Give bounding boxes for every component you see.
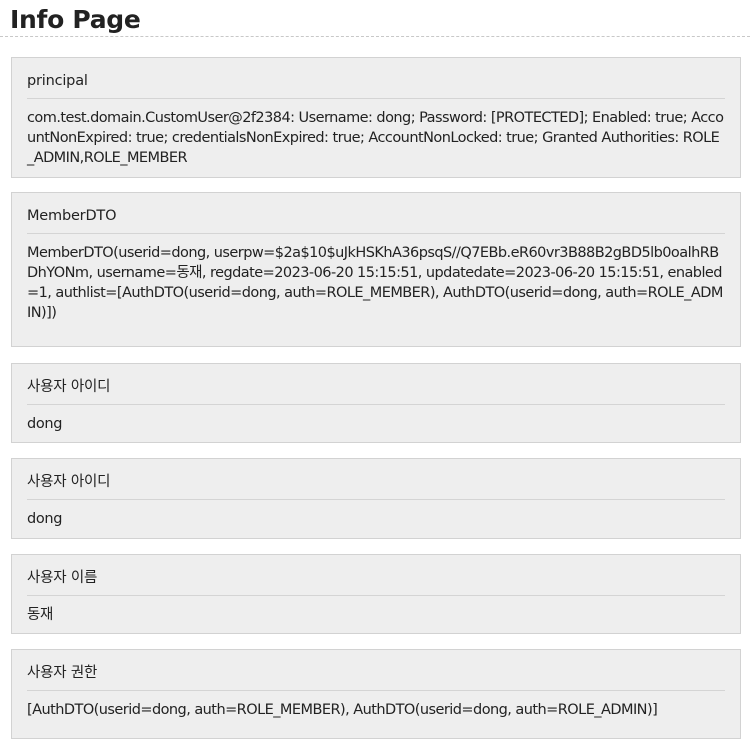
title-divider [0,36,750,37]
user-id-panel: 사용자 아이디 dong [11,363,741,443]
member-dto-value: MemberDTO(userid=dong, userpw=$2a$10$uJk… [27,245,723,321]
user-authority-heading: 사용자 권한 [27,663,725,691]
user-id-heading: 사용자 아이디 [27,377,725,405]
principal-value: com.test.domain.CustomUser@2f2384: Usern… [27,110,724,166]
user-id-value: dong [27,416,63,432]
member-dto-heading: MemberDTO [27,206,725,234]
user-name-panel: 사용자 이름 동재 [11,554,741,634]
user-id-value-secondary: dong [27,511,63,527]
user-id-panel-secondary: 사용자 아이디 dong [11,458,741,539]
principal-panel: principal com.test.domain.CustomUser@2f2… [11,57,741,178]
user-name-value: 동재 [27,607,53,623]
user-id-heading-secondary: 사용자 아이디 [27,472,725,500]
user-name-heading: 사용자 이름 [27,568,725,596]
user-authority-panel: 사용자 권한 [AuthDTO(userid=dong, auth=ROLE_M… [11,649,741,739]
page-title: Info Page [10,5,141,34]
user-authority-value: [AuthDTO(userid=dong, auth=ROLE_MEMBER),… [27,702,658,718]
principal-heading: principal [27,71,725,99]
member-dto-panel: MemberDTO MemberDTO(userid=dong, userpw=… [11,192,741,347]
